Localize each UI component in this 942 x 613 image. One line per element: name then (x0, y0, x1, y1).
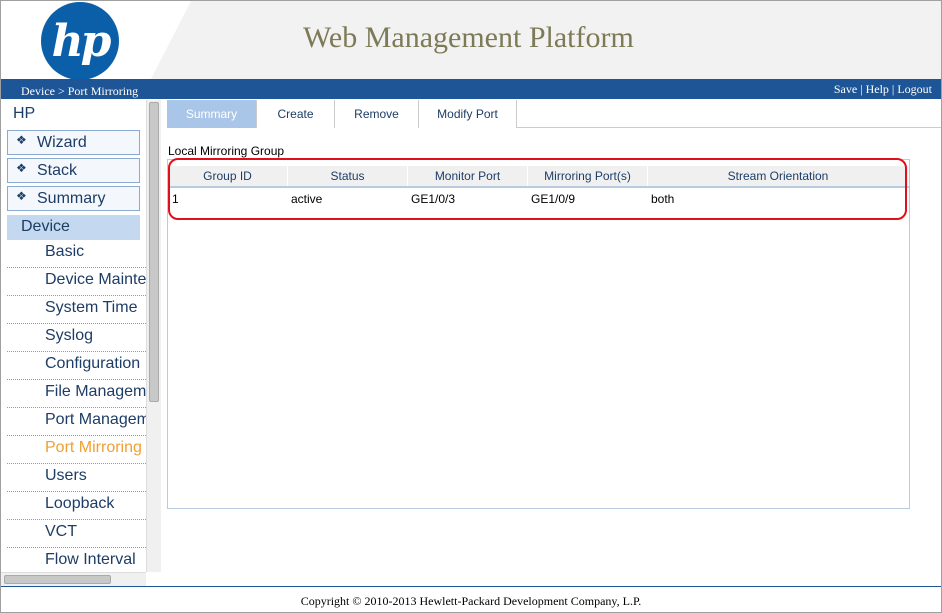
sidebar-item-stack[interactable]: ❖ Stack (7, 158, 140, 183)
scrollbar-thumb[interactable] (4, 575, 111, 584)
sidebar-nav: HP ❖ Wizard ❖ Stack ❖ Summary Device Bas… (1, 100, 146, 572)
diamond-icon: ❖ (16, 133, 27, 147)
sidebar-item-system-time[interactable]: System Time (7, 296, 146, 324)
table-row[interactable]: 1 active GE1/0/3 GE1/0/9 both (168, 190, 909, 212)
sidebar-root[interactable]: HP (1, 100, 146, 128)
sidebar-item-file-management[interactable]: File Management (7, 380, 146, 408)
sidebar-item-label: Stack (37, 162, 78, 179)
footer: Copyright © 2010-2013 Hewlett-Packard De… (1, 586, 941, 612)
diamond-icon: ❖ (16, 189, 27, 203)
mirroring-group-table: Group ID Status Monitor Port Mirroring P… (167, 159, 910, 509)
breadcrumb: Device > Port Mirroring (21, 84, 139, 98)
sidebar-item-users[interactable]: Users (7, 464, 146, 492)
group-label: Local Mirroring Group (168, 144, 285, 158)
cell-mirroring-ports: GE1/0/9 (531, 192, 576, 206)
link-separator: | (857, 82, 866, 96)
main-content: Summary Create Remove Modify Port Local … (161, 100, 941, 586)
column-header-mirroring-ports: Mirroring Port(s) (528, 166, 648, 186)
cell-status: active (291, 192, 323, 206)
cell-group-id: 1 (172, 192, 179, 206)
header: hp Web Management Platform (1, 1, 941, 79)
sidebar-item-label: Wizard (37, 134, 87, 151)
tab-remove[interactable]: Remove (335, 100, 419, 128)
hp-logo: hp (41, 2, 119, 79)
top-links: Save | Help | Logout (834, 82, 932, 97)
hp-logo-text: hp (51, 16, 112, 67)
sidebar-vertical-scrollbar[interactable] (146, 100, 161, 572)
tab-summary[interactable]: Summary (167, 100, 257, 128)
sidebar-item-label: Summary (37, 190, 106, 207)
tab-create[interactable]: Create (257, 100, 335, 128)
cell-monitor-port: GE1/0/3 (411, 192, 456, 206)
save-link[interactable]: Save (834, 82, 857, 96)
sidebar-item-wizard[interactable]: ❖ Wizard (7, 130, 140, 155)
sidebar: HP ❖ Wizard ❖ Stack ❖ Summary Device Bas… (1, 100, 161, 586)
nav-bar: Device > Port Mirroring Save | Help | Lo… (1, 79, 941, 99)
sidebar-item-port-mirroring[interactable]: Port Mirroring (7, 436, 146, 464)
sidebar-item-flow-interval[interactable]: Flow Interval (7, 548, 146, 572)
sidebar-item-loopback[interactable]: Loopback (7, 492, 146, 520)
page-title: Web Management Platform (303, 21, 634, 54)
table-header: Group ID Status Monitor Port Mirroring P… (168, 166, 909, 188)
sidebar-item-port-management[interactable]: Port Management (7, 408, 146, 436)
sidebar-item-syslog[interactable]: Syslog (7, 324, 146, 352)
cell-stream-orientation: both (651, 192, 675, 206)
column-header-group-id: Group ID (168, 166, 288, 186)
sidebar-item-basic[interactable]: Basic (7, 240, 146, 268)
tab-modify-port[interactable]: Modify Port (419, 100, 517, 128)
sidebar-item-device-maintenance[interactable]: Device Maintenance (7, 268, 146, 296)
app-frame: hp Web Management Platform Device > Port… (0, 0, 942, 613)
sidebar-item-configuration[interactable]: Configuration (7, 352, 146, 380)
column-header-status: Status (288, 166, 408, 186)
scrollbar-thumb[interactable] (149, 102, 159, 402)
logout-link[interactable]: Logout (897, 82, 932, 96)
column-header-monitor-port: Monitor Port (408, 166, 528, 186)
sidebar-item-vct[interactable]: VCT (7, 520, 146, 548)
sidebar-item-summary[interactable]: ❖ Summary (7, 186, 140, 211)
help-link[interactable]: Help (866, 82, 889, 96)
sidebar-horizontal-scrollbar[interactable] (1, 572, 146, 586)
tab-bar: Summary Create Remove Modify Port (167, 100, 941, 128)
column-header-stream-orientation: Stream Orientation (648, 166, 909, 186)
diamond-icon: ❖ (16, 161, 27, 175)
sidebar-item-device[interactable]: Device (7, 215, 140, 240)
